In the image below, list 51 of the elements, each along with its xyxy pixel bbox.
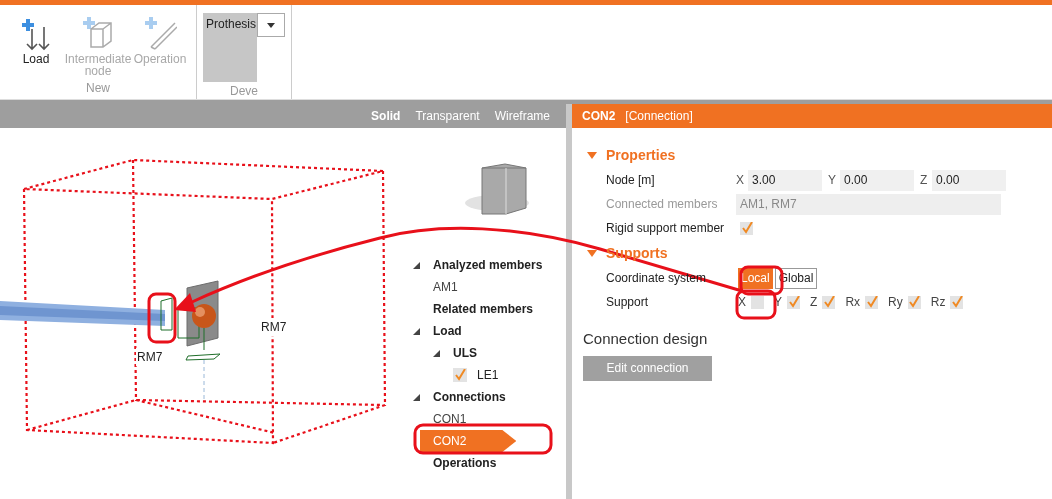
checkbox-label: Ry <box>888 294 903 311</box>
tree-item[interactable]: Load <box>433 322 462 340</box>
checkbox[interactable] <box>865 295 879 309</box>
input-field[interactable]: 0.00 <box>840 169 914 191</box>
tree-item[interactable]: LE1 <box>477 366 499 384</box>
checkbox[interactable] <box>950 295 964 309</box>
checkbox[interactable] <box>453 368 467 382</box>
axis-label: Y <box>828 172 837 189</box>
dropdown-value[interactable]: Prothesis <box>203 13 257 82</box>
tree-item[interactable]: CON1 <box>433 410 467 428</box>
load-icon <box>20 19 52 51</box>
collapse-icon[interactable] <box>587 151 597 159</box>
highlight-outline <box>735 289 777 320</box>
checkbox[interactable] <box>740 221 753 235</box>
group-label: New <box>85 80 111 97</box>
checkbox[interactable] <box>822 295 836 309</box>
caret-down-icon <box>267 22 275 28</box>
checkbox[interactable] <box>907 295 921 309</box>
highlight-outline <box>147 292 177 344</box>
axis-label: X <box>736 172 745 189</box>
field-label: Rigid support member <box>606 220 726 237</box>
tree-item[interactable]: Related members <box>433 300 534 318</box>
field-label: Node [m] <box>606 172 656 189</box>
field-label: Support <box>606 294 650 311</box>
panel-title: CON2 <box>582 108 616 125</box>
checkbox-label: Rz <box>930 294 946 311</box>
member-label: RM7 <box>136 348 164 366</box>
group-label: Deve <box>229 83 259 100</box>
checkbox-label: Z <box>810 294 818 311</box>
member-label: RM7 <box>260 318 288 336</box>
diagonal-bars-icon <box>143 17 177 51</box>
input-field: AM1, RM7 <box>736 193 1001 215</box>
axis-label: Z <box>920 172 929 189</box>
cube-icon <box>81 17 115 51</box>
tree-item[interactable]: Operations <box>433 454 497 472</box>
dropdown-button[interactable] <box>257 13 285 37</box>
input-field[interactable]: 3.00 <box>748 169 822 191</box>
input-field[interactable]: 0.00 <box>932 169 1006 191</box>
field-label: Connected members <box>606 196 719 213</box>
checkbox[interactable] <box>787 295 801 309</box>
navigation-cube-icon <box>465 163 529 215</box>
panel-subtitle: [Connection] <box>625 108 693 125</box>
collapse-icon[interactable] <box>587 249 597 257</box>
section-title: Connection design <box>583 329 709 349</box>
tree-item[interactable]: AM1 <box>433 278 458 296</box>
section-title: Properties <box>606 145 676 165</box>
checkbox-label: Rx <box>845 294 861 311</box>
tree-item[interactable]: ULS <box>453 344 477 362</box>
ribbon-button[interactable]: Load <box>6 13 66 79</box>
tree-item[interactable]: Analyzed members <box>433 256 543 274</box>
tree-item[interactable]: Connections <box>433 388 506 406</box>
